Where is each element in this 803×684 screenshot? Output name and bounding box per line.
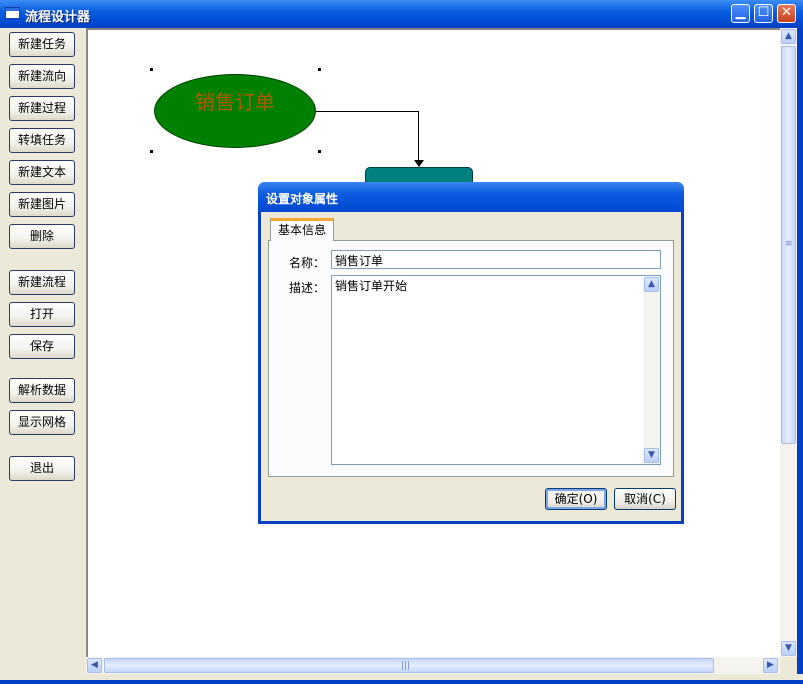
save-button[interactable]: 保存 [9,334,75,359]
vertical-scrollbar[interactable]: ▲ ≡ ▼ [780,28,797,657]
minimize-button[interactable]: ▁ [731,4,750,23]
new-image-button[interactable]: 新建图片 [9,192,75,217]
new-process-button[interactable]: 新建过程 [9,96,75,121]
name-field[interactable]: 销售订单 [331,250,661,269]
selection-handle[interactable] [318,68,321,71]
vertical-scroll-thumb[interactable]: ≡ [781,46,796,444]
ok-button[interactable]: 确定(O) [545,488,607,510]
new-task-button[interactable]: 新建任务 [9,32,75,57]
new-workflow-button[interactable]: 新建流程 [9,270,75,295]
delete-button[interactable]: 删除 [9,224,75,249]
selection-handle[interactable] [318,150,321,153]
selection-handle[interactable] [150,68,153,71]
textarea-scrollbar[interactable]: ▲ ▼ [643,276,660,464]
app-window-icon [5,7,20,19]
scroll-up-icon[interactable]: ▲ [644,277,659,292]
tab-basic-info[interactable]: 基本信息 [270,218,334,241]
horizontal-scrollbar[interactable]: ◀ ||| ▶ [86,657,780,674]
maximize-button[interactable]: ☐ [754,4,773,23]
show-grid-button[interactable]: 显示网格 [9,410,75,435]
connector-line[interactable] [316,111,419,112]
resize-grip[interactable] [780,657,797,674]
connector-arrow-icon [414,160,424,167]
scroll-right-icon[interactable]: ▶ [763,658,778,673]
new-text-button[interactable]: 新建文本 [9,160,75,185]
description-label: 描述： [289,281,326,295]
scroll-left-icon[interactable]: ◀ [87,658,102,673]
start-node-label: 销售订单 [195,90,275,114]
scroll-down-icon[interactable]: ▼ [781,641,796,656]
fill-task-button[interactable]: 转填任务 [9,128,75,153]
description-text: 销售订单开始 [335,279,408,293]
cancel-button[interactable]: 取消(C) [614,488,676,510]
window-border [797,28,803,684]
exit-button[interactable]: 退出 [9,456,75,481]
description-field[interactable]: 销售订单开始 ▲ ▼ [331,275,661,465]
selection-handle[interactable] [150,150,153,153]
flow-designer-window: 流程设计器 ▁ ☐ ✕ 新建任务 新建流向 新建过程 转填任务 新建文本 新建图… [0,0,803,684]
toolbar-sidebar: 新建任务 新建流向 新建过程 转填任务 新建文本 新建图片 删除 新建流程 打开… [0,28,86,684]
window-title: 流程设计器 [25,10,91,25]
grip-icon: ≡ [785,239,793,249]
open-button[interactable]: 打开 [9,302,75,327]
properties-dialog: 设置对象属性 基本信息 名称： 销售订单 描述： 销售订单开始 ▲ ▼ 确定(O… [258,182,684,524]
scroll-up-icon[interactable]: ▲ [781,29,796,44]
scroll-down-icon[interactable]: ▼ [644,448,659,463]
new-flow-direction-button[interactable]: 新建流向 [9,64,75,89]
grip-icon: ||| [401,661,411,671]
parse-data-button[interactable]: 解析数据 [9,378,75,403]
close-button[interactable]: ✕ [777,4,796,23]
connector-line[interactable] [418,111,419,165]
dialog-title[interactable]: 设置对象属性 [258,182,684,212]
name-label: 名称： [289,256,326,270]
title-bar[interactable]: 流程设计器 ▁ ☐ ✕ [0,0,803,29]
horizontal-scroll-thumb[interactable]: ||| [104,658,714,673]
window-border [0,680,803,684]
